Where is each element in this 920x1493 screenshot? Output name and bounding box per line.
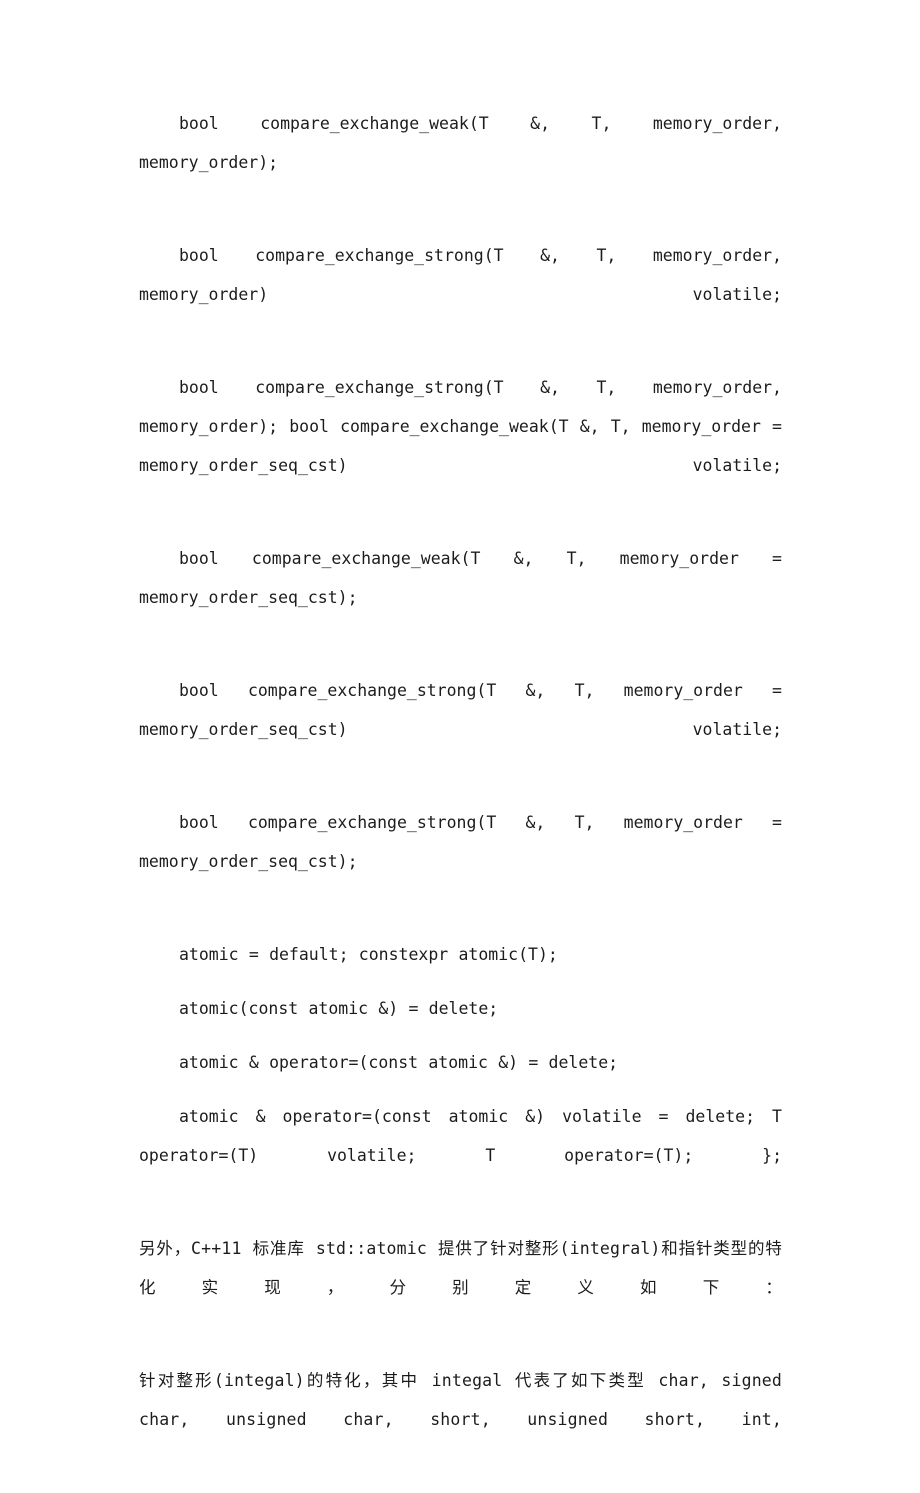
code-paragraph-compare-exchange-strong-seq-cst-volatile: bool compare_exchange_strong(T &, T, mem… (139, 681, 782, 739)
prose-paragraph-integral-specialization: 针对整形(integal)的特化，其中 integal 代表了如下类型 char… (139, 1371, 782, 1429)
document-text-column: bool compare_exchange_weak(T &, T, memor… (139, 104, 782, 1493)
code-paragraph-compare-exchange-weak-seq-cst: bool compare_exchange_weak(T &, T, memor… (139, 549, 782, 607)
code-paragraph-compare-exchange-weak-1: bool compare_exchange_weak(T &, T, memor… (139, 114, 782, 172)
code-paragraph-compare-exchange-strong-volatile: bool compare_exchange_strong(T &, T, mem… (139, 246, 782, 304)
code-paragraph-atomic-copy-ctor-delete: atomic(const atomic &) = delete; (179, 999, 499, 1018)
code-paragraph-atomic-copy-assign-delete: atomic & operator=(const atomic &) = del… (179, 1053, 619, 1072)
code-paragraph-atomic-default-constexpr: atomic = default; constexpr atomic(T); (179, 945, 558, 964)
prose-paragraph-specializations-intro: 另外，C++11 标准库 std::atomic 提供了针对整形(integra… (139, 1239, 782, 1297)
code-paragraph-compare-exchange-strong-seq-cst: bool compare_exchange_strong(T &, T, mem… (139, 813, 782, 871)
code-paragraph-atomic-volatile-assign-delete: atomic & operator=(const atomic &) volat… (139, 1107, 782, 1165)
document-page: bool compare_exchange_weak(T &, T, memor… (0, 0, 920, 1429)
code-paragraph-compare-exchange-strong-and-weak-seq-cst: bool compare_exchange_strong(T &, T, mem… (139, 378, 782, 475)
